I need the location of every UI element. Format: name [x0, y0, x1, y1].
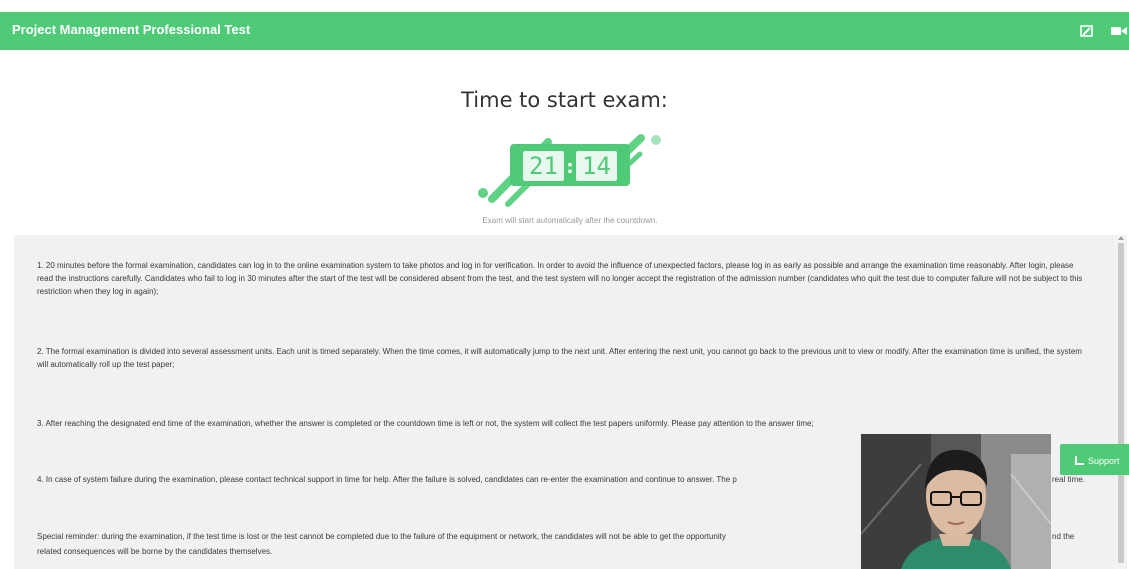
- exam-title: Project Management Professional Test: [12, 22, 251, 37]
- special-reminder-continued: related consequences will be borne by th…: [37, 547, 273, 556]
- countdown-minutes: 21: [529, 152, 558, 180]
- countdown-heading: Time to start exam:: [461, 88, 668, 112]
- countdown-clock: 21 : 14: [478, 134, 661, 207]
- instructions-scrollbar[interactable]: [1115, 235, 1127, 569]
- countdown-note: Exam will start automatically after the …: [482, 216, 658, 225]
- special-reminder: Special reminder: during the examination…: [37, 532, 726, 541]
- video-camera-icon[interactable]: [1111, 25, 1127, 37]
- instruction-4: 4. In case of system failure during the …: [37, 475, 737, 484]
- edit-icon[interactable]: [1080, 25, 1094, 37]
- webcam-video: [861, 434, 1051, 569]
- instruction-2: 2. The formal examination is divided int…: [37, 347, 1082, 369]
- support-label: Support: [1088, 456, 1120, 466]
- scrollbar-thumb[interactable]: [1118, 243, 1124, 563]
- countdown-seconds: 14: [582, 152, 611, 180]
- special-reminder-end: nd the: [1052, 532, 1075, 541]
- instruction-3: 3. After reaching the designated end tim…: [37, 419, 814, 428]
- countdown-separator: :: [566, 157, 573, 178]
- support-button[interactable]: Support: [1060, 444, 1129, 475]
- header-bar: Project Management Professional Test: [0, 12, 1129, 50]
- instruction-1: 1. 20 minutes before the formal examinat…: [37, 261, 1083, 296]
- scroll-up-icon[interactable]: [1118, 236, 1124, 240]
- support-icon: [1075, 456, 1084, 465]
- webcam-preview: [861, 434, 1051, 569]
